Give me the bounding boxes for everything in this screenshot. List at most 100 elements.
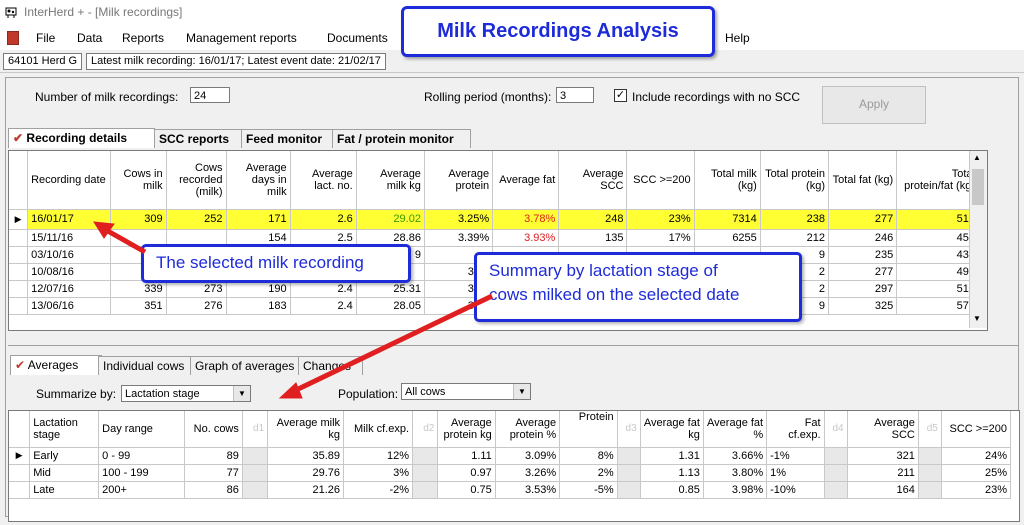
tab-recording-details[interactable]: ✔ Recording details bbox=[8, 128, 155, 148]
cell: 1% bbox=[766, 464, 825, 482]
cell bbox=[918, 481, 942, 499]
callout-summary-line2: cows milked on the selected date bbox=[489, 285, 740, 304]
col-recording-date: Recording date bbox=[27, 151, 111, 210]
menu-file[interactable]: File bbox=[36, 31, 55, 45]
check-icon: ✔ bbox=[13, 131, 24, 145]
cell: 2.6 bbox=[290, 209, 357, 230]
cell: 28.05 bbox=[356, 297, 425, 315]
tab-feed-monitor[interactable]: Feed monitor bbox=[241, 129, 333, 148]
table-row[interactable]: Mid 100 - 199 77 29.76 3% 0.97 3.26% 2% … bbox=[9, 464, 1012, 482]
cell: 10/08/16 bbox=[27, 263, 111, 281]
row-header bbox=[9, 464, 31, 482]
num-recordings-input[interactable]: 24 bbox=[190, 87, 230, 103]
rolling-period-label: Rolling period (months): bbox=[424, 90, 552, 104]
col-cows-recorded: Cows recorded (milk) bbox=[166, 151, 227, 210]
menu-management-reports[interactable]: Management reports bbox=[186, 31, 297, 45]
col-no-cows: No. cows bbox=[184, 411, 243, 448]
cell: 0.85 bbox=[640, 481, 704, 499]
tab-fat-protein-monitor[interactable]: Fat / protein monitor bbox=[332, 129, 471, 148]
pane-divider[interactable] bbox=[8, 345, 1018, 346]
row-header bbox=[9, 280, 29, 298]
col-d4: d4 bbox=[824, 411, 848, 448]
cell: 246 bbox=[828, 229, 898, 247]
cell: 211 bbox=[847, 464, 919, 482]
menu-reports[interactable]: Reports bbox=[122, 31, 164, 45]
cell: 458 bbox=[896, 229, 979, 247]
cell: 29.02 bbox=[356, 209, 425, 230]
col-avg-fat-kg: Average fat kg bbox=[640, 411, 704, 448]
table-row[interactable]: Late 200+ 86 21.26 -2% 0.75 3.53% -5% 0.… bbox=[9, 481, 1012, 499]
row-header bbox=[9, 246, 29, 264]
scroll-up-icon[interactable]: ▲ bbox=[973, 153, 981, 162]
cell: 309 bbox=[110, 209, 167, 230]
cell bbox=[242, 464, 269, 482]
cell bbox=[617, 481, 641, 499]
tab-changes[interactable]: Changes bbox=[298, 356, 363, 375]
summarize-select[interactable]: Lactation stage ▼ bbox=[121, 385, 251, 402]
cell: -10% bbox=[766, 481, 825, 499]
cell: 86 bbox=[184, 481, 243, 499]
cell: 499 bbox=[896, 263, 979, 281]
cell bbox=[918, 464, 942, 482]
summarize-label: Summarize by: bbox=[36, 387, 117, 401]
cell bbox=[412, 481, 439, 499]
cell: 351 bbox=[110, 297, 167, 315]
col-fat-cf-exp: Fat cf.exp. bbox=[766, 411, 825, 448]
cell: 200+ bbox=[98, 481, 186, 499]
cell bbox=[918, 447, 942, 465]
col-total-protein: Total protein (kg) bbox=[760, 151, 830, 210]
cell: 3.09% bbox=[495, 447, 561, 465]
tab-recording-details-label: Recording details bbox=[26, 131, 128, 145]
menu-documents[interactable]: Documents bbox=[327, 31, 388, 45]
cell: 135 bbox=[558, 229, 628, 247]
cell: Mid bbox=[29, 464, 100, 482]
apply-button[interactable]: Apply bbox=[822, 86, 926, 124]
cell: 16/01/17 bbox=[27, 209, 111, 230]
chevron-down-icon[interactable]: ▼ bbox=[513, 384, 530, 399]
cell: 3.25% bbox=[424, 209, 494, 230]
tab-graph-of-averages[interactable]: Graph of averages bbox=[190, 356, 302, 375]
cell: Early bbox=[29, 447, 100, 465]
col-total-fat: Total fat (kg) bbox=[828, 151, 898, 210]
table-row[interactable]: ▶ 16/01/17 309 252 171 2.6 29.02 3.25% 3… bbox=[9, 209, 979, 230]
population-select[interactable]: All cows ▼ bbox=[401, 383, 531, 400]
cell: 23% bbox=[626, 209, 695, 230]
table-row[interactable]: ▶ Early 0 - 99 89 35.89 12% 1.11 3.09% 8… bbox=[9, 447, 1012, 465]
cell: 13/06/16 bbox=[27, 297, 111, 315]
tab-individual-cows[interactable]: Individual cows bbox=[98, 356, 194, 375]
cell: 515 bbox=[896, 209, 979, 230]
cell: 1.31 bbox=[640, 447, 704, 465]
col-avg-protein-kg: Average protein kg bbox=[437, 411, 496, 448]
col-avg-protein-pct: Average protein % bbox=[495, 411, 561, 448]
col-total-protein-fat: Total protein/fat (kg) bbox=[896, 151, 979, 210]
cell: 8% bbox=[559, 447, 618, 465]
cell: 23% bbox=[941, 481, 1012, 499]
col-scc-200: SCC >=200 bbox=[941, 411, 1012, 448]
col-total-milk: Total milk (kg) bbox=[694, 151, 761, 210]
col-d5: d5 bbox=[918, 411, 942, 448]
rolling-period-input[interactable]: 3 bbox=[556, 87, 594, 103]
cell: 29.76 bbox=[267, 464, 345, 482]
scroll-thumb[interactable] bbox=[972, 169, 984, 205]
num-recordings-label: Number of milk recordings: bbox=[35, 90, 179, 104]
include-nosc-checkbox[interactable]: ✓ bbox=[614, 89, 627, 102]
chevron-down-icon[interactable]: ▼ bbox=[233, 386, 250, 401]
tab-averages[interactable]: ✔ Averages bbox=[10, 355, 102, 375]
cell: 0.75 bbox=[437, 481, 496, 499]
population-value: All cows bbox=[405, 386, 446, 398]
tab-scc-reports[interactable]: SCC reports bbox=[154, 129, 242, 148]
menu-data[interactable]: Data bbox=[77, 31, 102, 45]
grid-scrollbar[interactable]: ▲ ▼ bbox=[969, 151, 987, 328]
cell: 17% bbox=[626, 229, 695, 247]
row-header-cell bbox=[9, 411, 31, 448]
cell: 3.80% bbox=[703, 464, 768, 482]
cell: 238 bbox=[760, 209, 830, 230]
population-label: Population: bbox=[338, 387, 399, 401]
document-icon[interactable] bbox=[7, 31, 19, 45]
cell: 3.66% bbox=[703, 447, 768, 465]
menu-help[interactable]: Help bbox=[725, 31, 750, 45]
col-scc-200: SCC >=200 bbox=[626, 151, 695, 210]
col-avg-lact-no: Average lact. no. bbox=[290, 151, 357, 210]
scroll-down-icon[interactable]: ▼ bbox=[973, 314, 981, 323]
col-avg-fat-pct: Average fat % bbox=[703, 411, 768, 448]
